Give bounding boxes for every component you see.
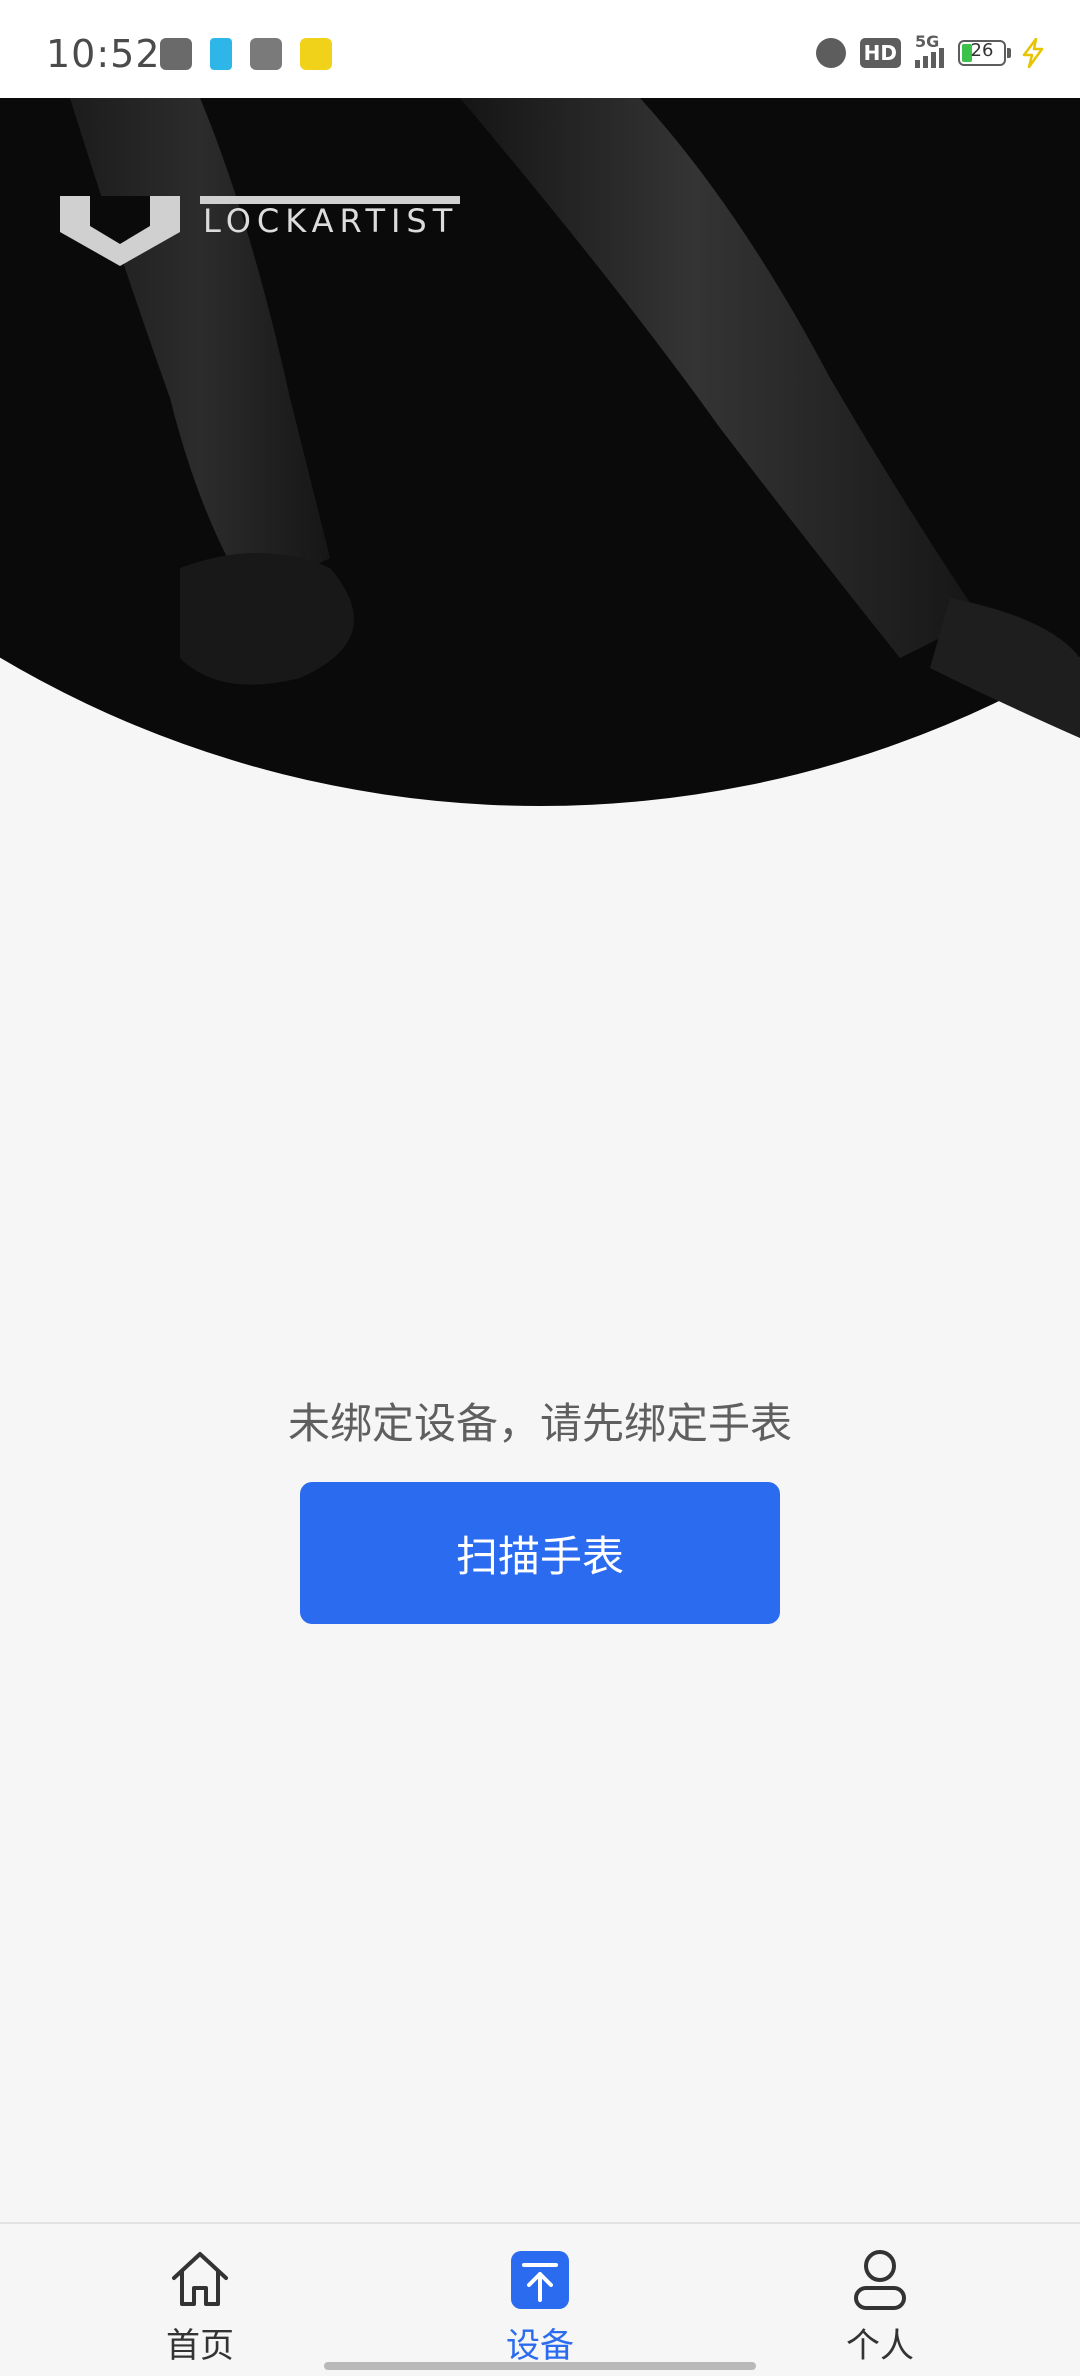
no-device-message: 未绑定设备，请先绑定手表 xyxy=(287,1399,792,1448)
nav-item-profile[interactable]: 个人 xyxy=(780,2244,980,2367)
device-upload-icon xyxy=(511,2251,569,2309)
nav-label-profile: 个人 xyxy=(846,2326,914,2366)
system-icons: HD 5G 26 xyxy=(815,32,1046,68)
5g-signal-icon: 5G xyxy=(915,32,944,68)
nav-label-device: 设备 xyxy=(506,2326,574,2366)
nav-item-device[interactable]: 设备 xyxy=(440,2244,640,2367)
status-bar: 10:52 HD 5G 26 xyxy=(0,0,1080,98)
notification-icons xyxy=(160,38,332,70)
person-icon xyxy=(854,2250,906,2310)
scan-watch-button[interactable]: 扫描手表 xyxy=(300,1482,780,1624)
app-notification-icon xyxy=(210,38,232,70)
charging-icon xyxy=(1022,38,1044,68)
brand-name: LOCKARTIST xyxy=(203,202,459,240)
battery-icon: 26 xyxy=(958,40,1011,66)
app-notification-icon xyxy=(160,38,192,70)
hd-icon: HD xyxy=(859,38,901,68)
nav-item-home[interactable]: 首页 xyxy=(100,2244,300,2367)
network-type-label: 5G xyxy=(915,32,940,51)
app-notification-icon xyxy=(300,38,332,70)
home-indicator xyxy=(324,2362,756,2370)
hero-banner: LOCKARTIST xyxy=(0,98,1080,806)
app-notification-icon xyxy=(250,38,282,70)
battery-level: 26 xyxy=(970,40,994,61)
alarm-icon xyxy=(815,38,846,68)
bottom-navigation: 首页 设备 个人 xyxy=(0,2222,1080,2376)
nav-label-home: 首页 xyxy=(166,2326,234,2366)
home-icon xyxy=(172,2252,228,2306)
status-time: 10:52 xyxy=(46,32,161,76)
